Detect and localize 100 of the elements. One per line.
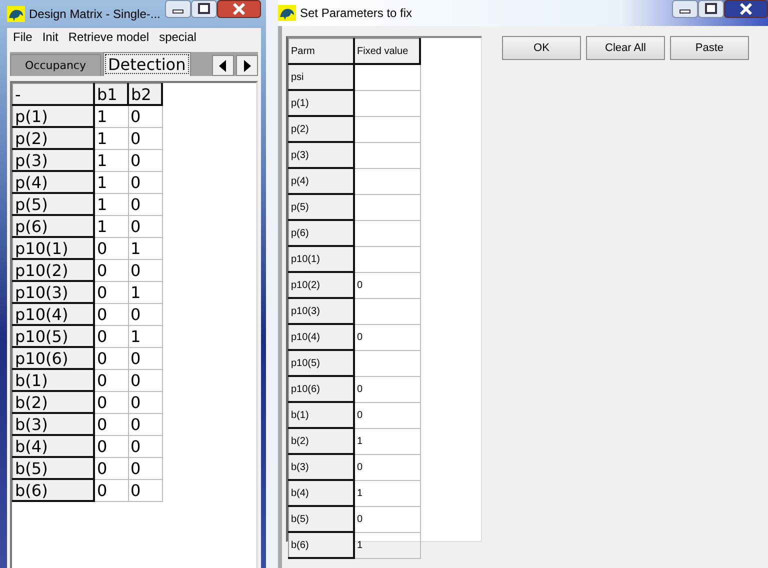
action-button[interactable]: OK	[502, 36, 581, 60]
row-header: b(5)	[288, 506, 354, 532]
table-cell[interactable]	[354, 64, 420, 90]
table-cell[interactable]: 1	[354, 532, 420, 558]
table-cell: 1	[94, 127, 128, 149]
table-cell: 0	[94, 435, 128, 457]
table-cell[interactable]: 0	[354, 454, 420, 480]
table-cell: 1	[94, 215, 128, 237]
table-cell: 0	[94, 237, 128, 259]
row-header: p10(4)	[288, 324, 354, 350]
table-cell: 1	[94, 171, 128, 193]
bird-icon	[278, 5, 296, 21]
table-cell[interactable]	[354, 168, 420, 194]
table-cell[interactable]	[354, 246, 420, 272]
minimize-icon[interactable]	[672, 0, 698, 18]
close-icon[interactable]	[217, 0, 261, 18]
table-cell[interactable]	[354, 90, 420, 116]
row-header: p10(6)	[12, 347, 94, 369]
table-cell: 0	[128, 127, 162, 149]
action-button[interactable]: Clear All	[586, 36, 665, 60]
row-header: p(3)	[12, 149, 94, 171]
table-cell: 0	[94, 347, 128, 369]
table-cell[interactable]: 0	[354, 402, 420, 428]
table-cell: 1	[94, 149, 128, 171]
column-header: Parm	[288, 38, 354, 64]
table-cell: 1	[94, 105, 128, 127]
row-header: p(5)	[288, 194, 354, 220]
row-header: p10(5)	[288, 350, 354, 376]
row-header: p10(3)	[12, 281, 94, 303]
table-cell[interactable]: 0	[354, 376, 420, 402]
row-header: b(3)	[12, 413, 94, 435]
table-cell: 0	[128, 391, 162, 413]
table-cell: 0	[94, 391, 128, 413]
table-cell: 0	[128, 149, 162, 171]
row-header: p10(2)	[12, 259, 94, 281]
row-header: b(6)	[288, 532, 354, 558]
row-header: p(2)	[288, 116, 354, 142]
table-cell: 0	[94, 479, 128, 501]
table-cell[interactable]	[354, 194, 420, 220]
row-header: p(3)	[288, 142, 354, 168]
row-header: p(6)	[12, 215, 94, 237]
row-header: p(6)	[288, 220, 354, 246]
tab[interactable]: Detection	[102, 52, 191, 76]
table-cell: 1	[128, 281, 162, 303]
table-cell: 0	[128, 215, 162, 237]
table-cell: 0	[94, 259, 128, 281]
row-header: p10(1)	[288, 246, 354, 272]
table-cell: 0	[128, 171, 162, 193]
table-cell[interactable]	[354, 298, 420, 324]
scroll-left-button[interactable]	[212, 55, 234, 76]
row-header: b(2)	[288, 428, 354, 454]
menu-item[interactable]: Init	[42, 30, 58, 46]
table-cell: 0	[128, 457, 162, 479]
column-header: b1	[94, 84, 128, 105]
table-cell[interactable]: 1	[354, 480, 420, 506]
table-cell: 1	[128, 237, 162, 259]
minimize-icon[interactable]	[165, 0, 191, 18]
table-cell[interactable]: 0	[354, 272, 420, 298]
right-arrow-icon	[243, 60, 251, 72]
column-header: Fixed value	[354, 38, 420, 64]
table-cell: 0	[128, 193, 162, 215]
table-cell: 0	[128, 369, 162, 391]
menu-item[interactable]: File	[13, 30, 32, 46]
menu-item[interactable]: Retrieve model	[68, 30, 150, 46]
row-header: p(2)	[12, 127, 94, 149]
table-cell: 0	[94, 281, 128, 303]
table-cell: 0	[128, 105, 162, 127]
table-cell: 0	[128, 259, 162, 281]
close-icon[interactable]	[724, 0, 768, 18]
table-cell: 1	[94, 193, 128, 215]
row-header: b(3)	[288, 454, 354, 480]
row-header: p(5)	[12, 193, 94, 215]
left-arrow-icon	[219, 60, 227, 72]
table-cell: 0	[128, 347, 162, 369]
row-header: p10(5)	[12, 325, 94, 347]
row-header: p10(4)	[12, 303, 94, 325]
window-title: Design Matrix - Single-...	[29, 7, 161, 21]
column-header: b2	[128, 84, 162, 105]
table-cell: 0	[94, 369, 128, 391]
row-header: b(6)	[12, 479, 94, 501]
row-header: b(4)	[12, 435, 94, 457]
row-header: b(1)	[288, 402, 354, 428]
row-header: p(1)	[288, 90, 354, 116]
table-cell[interactable]	[354, 350, 420, 376]
scroll-right-button[interactable]	[236, 55, 258, 76]
maximize-icon[interactable]	[191, 0, 217, 18]
maximize-icon[interactable]	[698, 0, 724, 18]
table-cell[interactable]: 1	[354, 428, 420, 454]
action-button[interactable]: Paste	[670, 36, 749, 60]
table-cell[interactable]: 0	[354, 324, 420, 350]
row-header: p(4)	[288, 168, 354, 194]
menu-item[interactable]: special	[159, 30, 196, 46]
table-cell: 1	[128, 325, 162, 347]
table-cell[interactable]	[354, 116, 420, 142]
table-cell: 0	[94, 457, 128, 479]
row-header: p10(1)	[12, 237, 94, 259]
table-cell[interactable]	[354, 142, 420, 168]
table-cell[interactable]	[354, 220, 420, 246]
table-cell[interactable]: 0	[354, 506, 420, 532]
tab[interactable]: Occupancy	[10, 54, 101, 76]
